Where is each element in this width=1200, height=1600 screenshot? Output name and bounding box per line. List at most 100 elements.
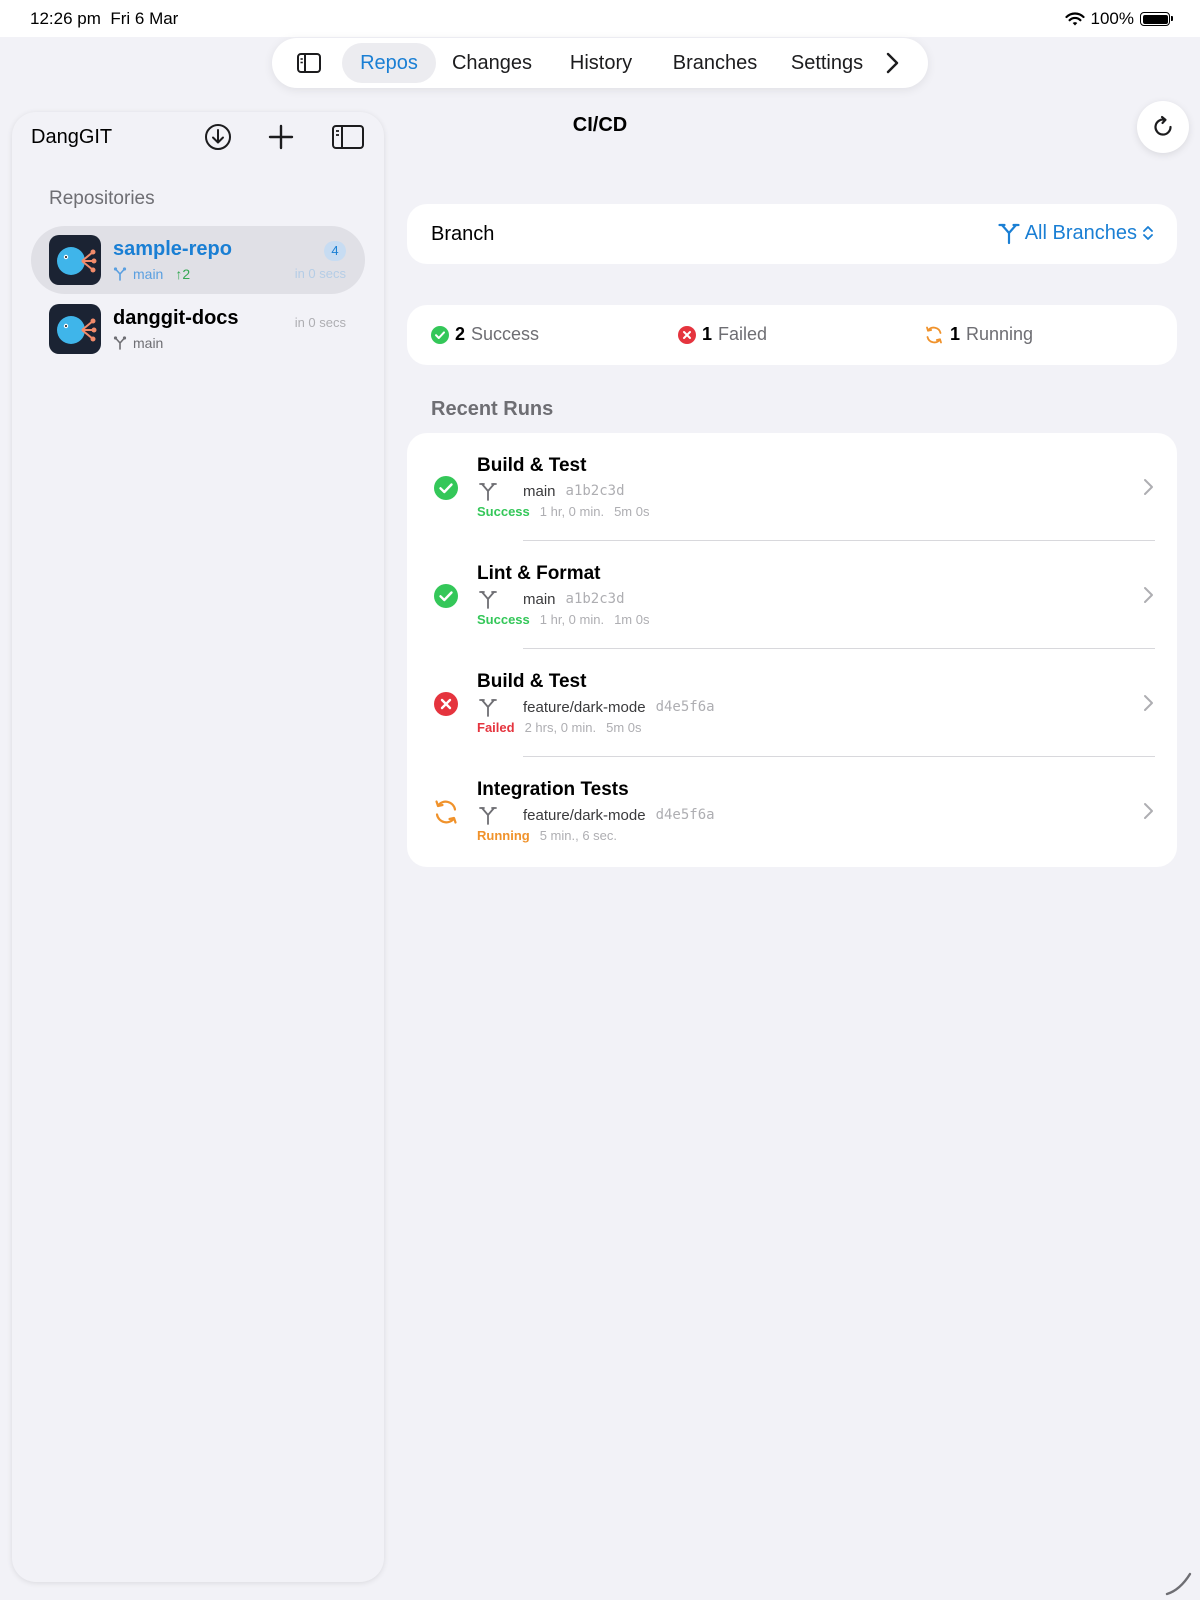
run-branch: feature/dark-mode [523, 698, 646, 716]
run-branch: main [523, 590, 556, 608]
sidebar-icon[interactable] [331, 121, 365, 153]
branch-icon [479, 807, 497, 825]
repo-meta: main ↑2 [113, 266, 190, 282]
download-icon[interactable] [202, 121, 234, 153]
repo-name: sample-repo [113, 238, 232, 260]
run-branch-info: main a1b2c3d [477, 589, 625, 609]
repo-row-sample-repo[interactable]: sample-repo main ↑2 4 in 0 secs [31, 226, 365, 294]
status-bar: 12:26 pm Fri 6 Mar 100% [0, 0, 1200, 37]
repo-app-icon [49, 304, 101, 354]
tab-history[interactable]: History [554, 43, 648, 83]
run-status: Running [477, 828, 530, 843]
repositories-heading: Repositories [49, 188, 155, 209]
running-label: Running [966, 324, 1034, 344]
status-indicators: 100% [1064, 9, 1173, 29]
run-branch: feature/dark-mode [523, 806, 646, 824]
branch-icon [998, 223, 1020, 245]
failed-label: Failed [718, 324, 768, 344]
repo-branch: main [133, 335, 164, 351]
summary-success: 2 Success [431, 324, 539, 345]
run-duration: 5m 0s [606, 720, 642, 735]
run-meta: Success 1 hr, 0 min. 1m 0s [477, 612, 649, 627]
branch-label: Branch [431, 223, 495, 245]
ahead-value: 2 [182, 266, 191, 282]
run-status: Success [477, 504, 530, 519]
date: Fri 6 Mar [110, 9, 179, 28]
recent-runs-list: Build & Test main a1b2c3d Success 1 hr, … [407, 433, 1177, 867]
tab-repos[interactable]: Repos [342, 43, 436, 83]
sidebar-toggle-icon[interactable] [296, 51, 322, 75]
chevron-right-icon [1144, 479, 1153, 495]
run-row[interactable]: Integration Tests feature/dark-mode d4e5… [407, 757, 1177, 865]
status-time: 12:26 pm Fri 6 Mar [30, 9, 178, 29]
sidebar: DangGIT Repositories sample-repo main ↑2… [12, 112, 384, 1582]
run-ago: 1 hr, 0 min. [539, 504, 605, 519]
run-branch-info: feature/dark-mode d4e5f6a [477, 805, 715, 825]
page-title: CI/CD [572, 114, 628, 136]
run-branch: main [523, 482, 556, 500]
failed-count: 1 [702, 324, 713, 344]
refresh-icon [1154, 115, 1172, 136]
repo-branch: main [133, 266, 164, 282]
chevron-right-icon[interactable] [880, 51, 904, 75]
running-count: 1 [950, 324, 961, 344]
run-meta: Success 1 hr, 0 min. 5m 0s [477, 504, 649, 519]
branch-picker[interactable]: All Branches [997, 221, 1155, 245]
chevron-right-icon [1144, 695, 1153, 711]
run-duration: 5m 0s [614, 504, 650, 519]
chevron-right-icon [1144, 587, 1153, 603]
summary-failed: 1 Failed [678, 324, 767, 345]
repo-app-icon [49, 235, 101, 285]
run-meta: Running 5 min., 6 sec. [477, 828, 617, 843]
run-sha: d4e5f6a [655, 807, 715, 823]
run-status: Success [477, 612, 530, 627]
branch-icon [479, 591, 497, 609]
changes-badge: 4 [324, 241, 346, 261]
tab-settings[interactable]: Settings [780, 43, 874, 83]
run-branch-info: main a1b2c3d [477, 481, 625, 501]
top-tab-bar: Repos Changes History Branches Settings [272, 38, 928, 88]
run-summary: 2 Success 1 Failed 1 Running [407, 305, 1177, 365]
refresh-button[interactable] [1137, 101, 1189, 153]
run-sha: a1b2c3d [565, 483, 625, 499]
branch-filter-row[interactable]: Branch All Branches [407, 204, 1177, 264]
branch-icon [479, 699, 497, 717]
failed-icon [434, 692, 458, 716]
clock: 12:26 pm [30, 9, 101, 28]
run-status: Failed [477, 720, 515, 735]
branch-picker-value: All Branches [1024, 221, 1137, 244]
battery-icon [1140, 12, 1173, 26]
tab-changes[interactable]: Changes [442, 43, 542, 83]
wifi-icon [1064, 11, 1085, 25]
chevron-right-icon [1144, 803, 1153, 819]
repo-time: in 0 secs [294, 266, 346, 281]
summary-running: 1 Running [924, 324, 1033, 345]
repo-time: in 0 secs [294, 315, 346, 330]
chevron-up-down-icon [1143, 226, 1153, 240]
resize-handle-icon[interactable] [1164, 1568, 1194, 1596]
run-ago: 5 min., 6 sec. [539, 828, 618, 843]
tab-branches[interactable]: Branches [660, 43, 770, 83]
repo-row-danggit-docs[interactable]: danggit-docs main in 0 secs [31, 295, 365, 363]
failed-icon [678, 325, 696, 344]
battery-percent: 100% [1090, 9, 1134, 28]
success-icon [434, 584, 458, 608]
app-title: DangGIT [31, 126, 113, 148]
ahead-count: ↑2 [175, 266, 191, 282]
run-sha: a1b2c3d [565, 591, 625, 607]
success-label: Success [471, 324, 540, 344]
recent-runs-heading: Recent Runs [431, 398, 554, 420]
run-row[interactable]: Build & Test main a1b2c3d Success 1 hr, … [407, 433, 1177, 541]
plus-icon[interactable] [265, 121, 297, 153]
run-ago: 2 hrs, 0 min. [524, 720, 597, 735]
run-meta: Failed 2 hrs, 0 min. 5m 0s [477, 720, 642, 735]
branch-icon [479, 483, 497, 501]
running-icon [926, 326, 942, 343]
run-duration: 1m 0s [614, 612, 650, 627]
success-icon [431, 325, 449, 344]
run-row[interactable]: Build & Test feature/dark-mode d4e5f6a F… [407, 649, 1177, 757]
run-sha: d4e5f6a [655, 699, 715, 715]
run-row[interactable]: Lint & Format main a1b2c3d Success 1 hr,… [407, 541, 1177, 649]
run-name: Build & Test [477, 455, 587, 476]
running-icon [435, 800, 457, 824]
